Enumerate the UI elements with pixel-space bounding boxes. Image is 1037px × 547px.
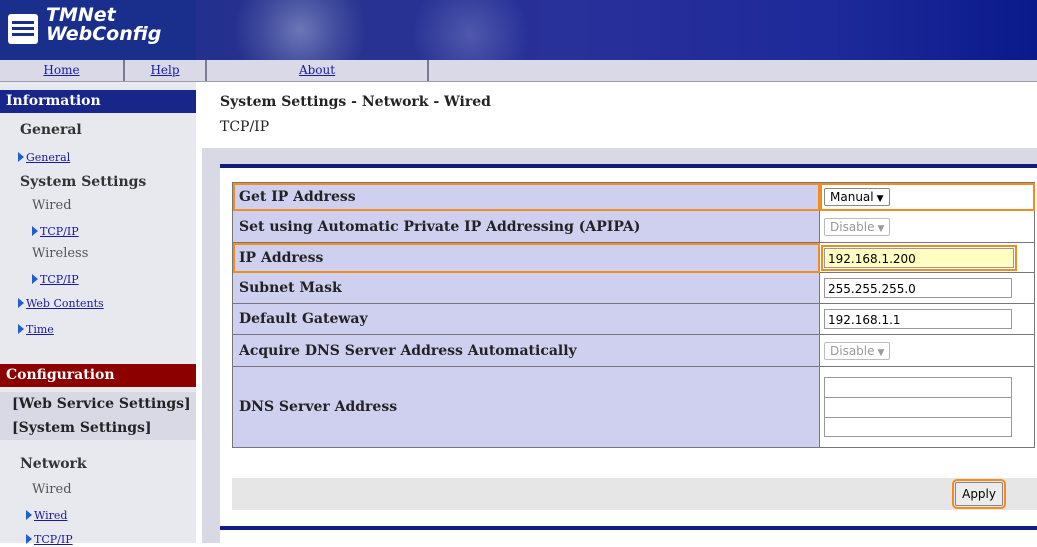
sidebar-heading-information: Information bbox=[0, 90, 196, 113]
triangle-right-icon bbox=[32, 274, 38, 284]
sidebar-link-label[interactable]: Time bbox=[26, 323, 54, 336]
dropdown-arrow-icon: ▼ bbox=[876, 193, 884, 204]
breadcrumb: System Settings - Network - Wired bbox=[220, 94, 491, 110]
dns-auto-label: Acquire DNS Server Address Automatically bbox=[232, 334, 820, 367]
sidebar-item-net-tcpip[interactable]: TCP/IP bbox=[0, 528, 196, 547]
main-content: System Settings - Network - Wired TCP/IP… bbox=[196, 82, 1037, 547]
sidebar-item-web-contents[interactable]: Web Contents bbox=[0, 292, 196, 311]
logo-line2: WebConfig bbox=[46, 23, 162, 45]
get-ip-select[interactable]: Manual ▼ bbox=[824, 187, 890, 206]
banner-decoration bbox=[400, 0, 540, 60]
sidebar-link-label[interactable]: TCP/IP bbox=[34, 533, 73, 546]
header-banner: TMNet WebConfig bbox=[0, 0, 1037, 60]
dns-server-input-1[interactable] bbox=[824, 377, 1012, 397]
sidebar: Information General General System Setti… bbox=[0, 82, 196, 546]
dns-server-label: DNS Server Address bbox=[232, 366, 820, 448]
ip-address-cell: 192.168.1.200 bbox=[819, 242, 1035, 273]
sidebar-heading-configuration: Configuration bbox=[0, 364, 196, 387]
subnet-mask-cell: 255.255.255.0 bbox=[819, 272, 1035, 304]
logo-icon bbox=[8, 14, 38, 44]
logo-text: TMNet WebConfig bbox=[46, 6, 161, 44]
ip-address-label: IP Address bbox=[232, 242, 820, 273]
sidebar-link-label[interactable]: TCP/IP bbox=[40, 273, 79, 286]
dns-auto-select[interactable]: Disable ▼ bbox=[824, 341, 891, 360]
dns-server-input-2[interactable] bbox=[824, 397, 1012, 417]
apipa-cell: Disable ▼ bbox=[819, 210, 1035, 243]
sidebar-item-web-service-settings[interactable]: [Web Service Settings] bbox=[0, 392, 196, 416]
dropdown-arrow-icon: ▼ bbox=[877, 347, 885, 358]
nav-about-link[interactable]: About bbox=[207, 60, 429, 81]
dns-auto-cell: Disable ▼ bbox=[819, 334, 1035, 367]
table-row: Get IP Address Manual ▼ bbox=[232, 182, 1035, 211]
sidebar-link-label[interactable]: Wired bbox=[34, 509, 67, 522]
triangle-right-icon bbox=[32, 226, 38, 236]
table-row: Subnet Mask 255.255.255.0 bbox=[232, 272, 1035, 304]
nav-home-link[interactable]: Home bbox=[0, 60, 125, 81]
sidebar-item-time[interactable]: Time bbox=[0, 318, 196, 337]
subnet-mask-label: Subnet Mask bbox=[232, 272, 820, 304]
apipa-value: Disable bbox=[830, 219, 875, 234]
table-row: Acquire DNS Server Address Automatically… bbox=[232, 334, 1035, 367]
apipa-label: Set using Automatic Private IP Addressin… bbox=[232, 210, 820, 243]
table-row: Set using Automatic Private IP Addressin… bbox=[232, 210, 1035, 243]
triangle-right-icon bbox=[18, 298, 24, 308]
get-ip-cell: Manual ▼ bbox=[819, 182, 1035, 211]
sidebar-item-wireless-tcpip[interactable]: TCP/IP bbox=[0, 268, 196, 287]
sidebar-link-label[interactable]: General bbox=[26, 151, 70, 164]
banner-decoration bbox=[220, 0, 380, 60]
sidebar-item-general[interactable]: General bbox=[0, 146, 196, 165]
sidebar-sub-wireless: Wireless bbox=[32, 246, 89, 261]
apply-button[interactable]: Apply bbox=[952, 479, 1006, 509]
triangle-right-icon bbox=[18, 324, 24, 334]
sidebar-item-net-wired[interactable]: Wired bbox=[0, 504, 196, 523]
page-title: TCP/IP bbox=[220, 119, 270, 135]
dns-server-cell bbox=[819, 366, 1035, 448]
sidebar-sub-wired: Wired bbox=[32, 198, 72, 213]
logo: TMNet WebConfig bbox=[0, 0, 196, 60]
sidebar-group-general: General bbox=[20, 122, 82, 138]
dns-server-inputs bbox=[824, 377, 1034, 437]
get-ip-label: Get IP Address bbox=[232, 182, 820, 211]
apipa-select[interactable]: Disable ▼ bbox=[824, 217, 891, 236]
default-gateway-label: Default Gateway bbox=[232, 303, 820, 335]
sidebar-item-wired-tcpip[interactable]: TCP/IP bbox=[0, 220, 196, 239]
subnet-mask-input[interactable]: 255.255.255.0 bbox=[824, 278, 1012, 298]
panel-bottom-border bbox=[220, 526, 1037, 530]
sidebar-group-network: Network bbox=[20, 456, 87, 472]
dropdown-arrow-icon: ▼ bbox=[877, 223, 885, 234]
sidebar-link-label[interactable]: Web Contents bbox=[26, 297, 104, 310]
default-gateway-cell: 192.168.1.1 bbox=[819, 303, 1035, 335]
get-ip-value: Manual bbox=[830, 189, 874, 204]
ip-address-input[interactable]: 192.168.1.200 bbox=[821, 244, 1017, 271]
default-gateway-input[interactable]: 192.168.1.1 bbox=[824, 309, 1012, 329]
sidebar-link-label[interactable]: TCP/IP bbox=[40, 225, 79, 238]
tcpip-form-table: Get IP Address Manual ▼ Set using Automat… bbox=[232, 182, 1035, 448]
sidebar-sub-net-wired: Wired bbox=[32, 482, 72, 497]
triangle-right-icon bbox=[18, 152, 24, 162]
settings-panel: Get IP Address Manual ▼ Set using Automat… bbox=[220, 164, 1037, 547]
table-row: IP Address 192.168.1.200 bbox=[232, 242, 1035, 273]
apply-bar: Apply bbox=[232, 478, 1037, 510]
nav-help-link[interactable]: Help bbox=[125, 60, 207, 81]
dns-auto-value: Disable bbox=[830, 343, 875, 358]
dns-server-input-3[interactable] bbox=[824, 417, 1012, 437]
sidebar-item-system-settings[interactable]: [System Settings] bbox=[0, 416, 196, 440]
top-nav: Home Help About bbox=[0, 60, 1037, 82]
triangle-right-icon bbox=[26, 510, 32, 520]
sidebar-group-system-settings: System Settings bbox=[20, 174, 147, 190]
table-row: DNS Server Address bbox=[232, 366, 1035, 448]
table-row: Default Gateway 192.168.1.1 bbox=[232, 303, 1035, 335]
